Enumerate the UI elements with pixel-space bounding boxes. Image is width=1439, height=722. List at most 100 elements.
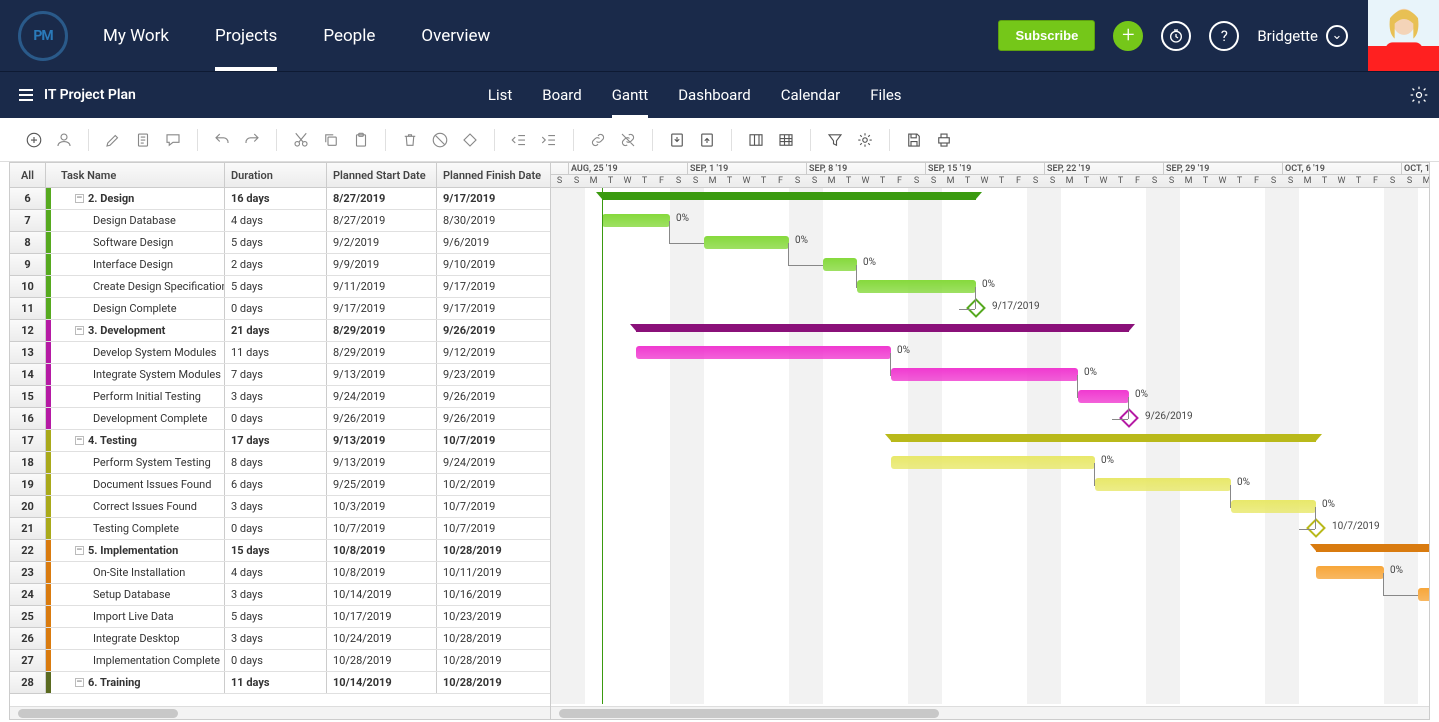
task-duration[interactable]: 11 days <box>225 342 327 363</box>
task-name[interactable]: Create Design Specification <box>55 276 225 297</box>
task-row[interactable]: 11Design Complete0 days9/17/20199/17/201… <box>10 298 550 320</box>
subnav-tab-gantt[interactable]: Gantt <box>612 72 648 118</box>
gantt-bar[interactable] <box>857 280 976 293</box>
task-start[interactable]: 9/9/2019 <box>327 254 437 275</box>
gantt-bar[interactable] <box>1418 588 1429 601</box>
task-start[interactable]: 9/13/2019 <box>327 364 437 385</box>
app-logo[interactable]: PM <box>18 11 68 61</box>
link-icon[interactable] <box>588 130 608 150</box>
task-duration[interactable]: 11 days <box>225 672 327 693</box>
task-start[interactable]: 8/27/2019 <box>327 210 437 231</box>
task-row[interactable]: 15Perform Initial Testing3 days9/24/2019… <box>10 386 550 408</box>
task-name[interactable]: Integrate Desktop <box>55 628 225 649</box>
subnav-tab-list[interactable]: List <box>488 72 512 118</box>
note-icon[interactable] <box>133 130 153 150</box>
task-duration[interactable]: 0 days <box>225 298 327 319</box>
subnav-tab-files[interactable]: Files <box>870 72 901 118</box>
task-start[interactable]: 9/24/2019 <box>327 386 437 407</box>
gantt-milestone[interactable] <box>1306 518 1326 538</box>
col-header-finish[interactable]: Planned Finish Date <box>437 163 550 187</box>
help-icon[interactable]: ? <box>1209 21 1239 51</box>
task-name[interactable]: Integrate System Modules <box>55 364 225 385</box>
add-task-icon[interactable] <box>24 130 44 150</box>
task-row[interactable]: 20Correct Issues Found3 days10/3/201910/… <box>10 496 550 518</box>
task-start[interactable]: 9/13/2019 <box>327 452 437 473</box>
task-start[interactable]: 10/17/2019 <box>327 606 437 627</box>
task-duration[interactable]: 3 days <box>225 584 327 605</box>
collapse-icon[interactable]: − <box>75 326 84 335</box>
erase-icon[interactable] <box>460 130 480 150</box>
task-row[interactable]: 28−6. Training11 days10/14/201910/28/201… <box>10 672 550 694</box>
task-row[interactable]: 27Implementation Complete0 days10/28/201… <box>10 650 550 672</box>
task-finish[interactable]: 10/28/2019 <box>437 540 550 561</box>
gantt-bar[interactable] <box>891 368 1078 381</box>
topnav-tab-overview[interactable]: Overview <box>421 0 490 71</box>
task-name[interactable]: Design Database <box>55 210 225 231</box>
topnav-tab-my-work[interactable]: My Work <box>103 0 169 71</box>
timeline-body[interactable]: 0%0%0%0%9/17/20190%0%0%9/26/20190%0%0%10… <box>551 188 1429 704</box>
task-name[interactable]: −6. Training <box>55 672 225 693</box>
task-duration[interactable]: 2 days <box>225 254 327 275</box>
import-icon[interactable] <box>667 130 687 150</box>
options-icon[interactable] <box>855 130 875 150</box>
task-duration[interactable]: 3 days <box>225 628 327 649</box>
task-row[interactable]: 21Testing Complete0 days10/7/201910/7/20… <box>10 518 550 540</box>
task-duration[interactable]: 0 days <box>225 518 327 539</box>
task-finish[interactable]: 9/17/2019 <box>437 276 550 297</box>
task-name[interactable]: Perform Initial Testing <box>55 386 225 407</box>
col-header-id[interactable]: All <box>10 163 46 187</box>
comment-icon[interactable] <box>163 130 183 150</box>
settings-icon[interactable] <box>1399 85 1439 105</box>
task-name[interactable]: Develop System Modules <box>55 342 225 363</box>
task-finish[interactable]: 10/28/2019 <box>437 628 550 649</box>
task-finish[interactable]: 10/16/2019 <box>437 584 550 605</box>
task-name[interactable]: −3. Development <box>55 320 225 341</box>
gantt-bar[interactable] <box>823 258 857 271</box>
project-title[interactable]: IT Project Plan <box>0 87 136 103</box>
task-name[interactable]: Testing Complete <box>55 518 225 539</box>
gantt-summary-bar[interactable] <box>602 192 976 200</box>
task-start[interactable]: 10/7/2019 <box>327 518 437 539</box>
unlink-icon[interactable] <box>618 130 638 150</box>
task-start[interactable]: 8/29/2019 <box>327 320 437 341</box>
task-duration[interactable]: 3 days <box>225 386 327 407</box>
gantt-bar[interactable] <box>1095 478 1231 491</box>
task-start[interactable]: 10/24/2019 <box>327 628 437 649</box>
task-finish[interactable]: 9/10/2019 <box>437 254 550 275</box>
task-duration[interactable]: 16 days <box>225 188 327 209</box>
clear-icon[interactable] <box>430 130 450 150</box>
task-duration[interactable]: 4 days <box>225 210 327 231</box>
task-duration[interactable]: 15 days <box>225 540 327 561</box>
export-icon[interactable] <box>697 130 717 150</box>
print-icon[interactable] <box>934 130 954 150</box>
gantt-bar[interactable] <box>1316 566 1384 579</box>
topnav-tab-people[interactable]: People <box>323 0 375 71</box>
task-finish[interactable]: 9/26/2019 <box>437 320 550 341</box>
topnav-tab-projects[interactable]: Projects <box>215 0 277 71</box>
task-name[interactable]: Correct Issues Found <box>55 496 225 517</box>
filter-icon[interactable] <box>825 130 845 150</box>
grid-hscroll[interactable] <box>10 706 550 719</box>
task-row[interactable]: 24Setup Database3 days10/14/201910/16/20… <box>10 584 550 606</box>
delete-icon[interactable] <box>400 130 420 150</box>
task-start[interactable]: 9/11/2019 <box>327 276 437 297</box>
gantt-summary-bar[interactable] <box>636 324 1129 332</box>
task-finish[interactable]: 10/23/2019 <box>437 606 550 627</box>
collapse-icon[interactable]: − <box>75 546 84 555</box>
task-name[interactable]: Implementation Complete <box>55 650 225 671</box>
paste-icon[interactable] <box>351 130 371 150</box>
task-row[interactable]: 23On-Site Installation4 days10/8/201910/… <box>10 562 550 584</box>
task-row[interactable]: 17−4. Testing17 days9/13/201910/7/2019 <box>10 430 550 452</box>
task-duration[interactable]: 5 days <box>225 232 327 253</box>
grid-body[interactable]: 6−2. Design16 days8/27/20199/17/20197Des… <box>10 188 550 719</box>
subnav-tab-calendar[interactable]: Calendar <box>781 72 841 118</box>
task-duration[interactable]: 21 days <box>225 320 327 341</box>
task-duration[interactable]: 6 days <box>225 474 327 495</box>
collapse-icon[interactable]: − <box>75 194 84 203</box>
grid-icon[interactable] <box>776 130 796 150</box>
task-duration[interactable]: 0 days <box>225 408 327 429</box>
task-row[interactable]: 6−2. Design16 days8/27/20199/17/2019 <box>10 188 550 210</box>
task-finish[interactable]: 9/23/2019 <box>437 364 550 385</box>
task-row[interactable]: 25Import Live Data5 days10/17/201910/23/… <box>10 606 550 628</box>
undo-icon[interactable] <box>212 130 232 150</box>
